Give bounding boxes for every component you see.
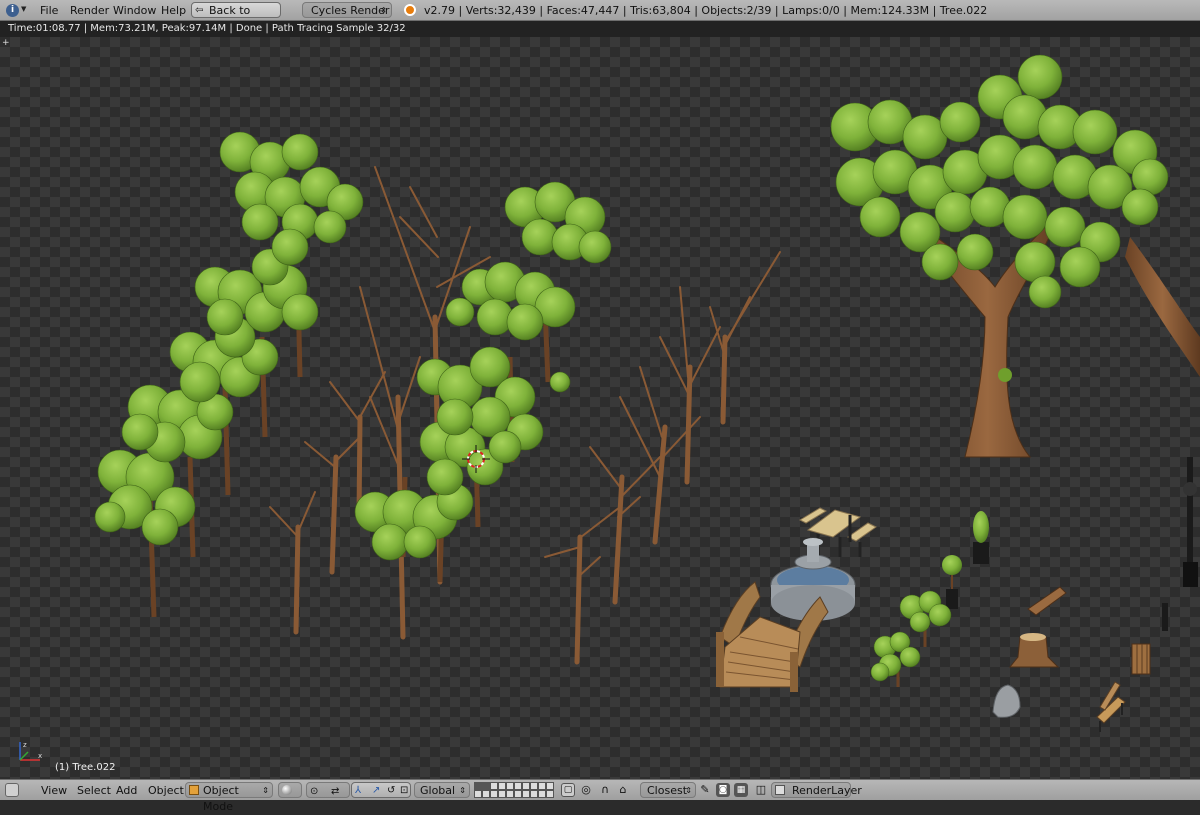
pivot-icon: ⊙ <box>310 786 319 797</box>
menu-add[interactable]: Add <box>116 780 137 801</box>
orientation-value: Global <box>420 784 456 797</box>
3d-view-editor-icon[interactable] <box>5 783 19 797</box>
menu-select[interactable]: Select <box>77 780 111 801</box>
tree-stump <box>1008 586 1067 668</box>
render-layer-select[interactable]: RenderLayer <box>771 782 862 798</box>
orientation-select[interactable]: Global ⇕ <box>414 782 470 798</box>
render-engine-select[interactable]: Cycles Render ⇕ <box>302 2 392 18</box>
select-arrows-icon: ⇕ <box>685 786 692 795</box>
opengl-toggle-icon[interactable]: ◫ <box>754 783 768 797</box>
back-to-previous-button[interactable]: ⇦ Back to Previous <box>191 2 281 33</box>
scene-stats: v2.79 | Verts:32,439 | Faces:47,447 | Tr… <box>424 4 988 17</box>
region-toggle-icon[interactable]: + <box>2 38 10 48</box>
menu-render[interactable]: Render <box>70 0 109 21</box>
scale-icon: ⊡ <box>400 785 409 796</box>
move-arrow-icon: ↗ <box>372 785 381 796</box>
proportional-edit-icon[interactable]: ◎ <box>579 783 593 797</box>
render-layer-icon <box>775 785 785 795</box>
snap-toggle-icon[interactable]: ∩ <box>598 783 612 797</box>
select-arrows-icon: ⇕ <box>262 786 269 795</box>
axis-gizmo-icon: x z <box>19 741 42 761</box>
tree-foliage-middle <box>354 181 612 561</box>
menu-window[interactable]: Window <box>113 0 156 21</box>
rendered-scene <box>94 54 1200 732</box>
render-animation-icon[interactable]: ▦ <box>734 783 748 797</box>
layer-buttons[interactable] <box>474 782 554 798</box>
info-header: i ▼ File Render Window Help ⇦ Back to Pr… <box>0 0 1200 33</box>
render-status-text: Time:01:08.77 | Mem:73.21M, Peak:97.14M … <box>0 21 1200 37</box>
info-editor-icon[interactable]: i <box>6 4 19 17</box>
back-icon: ⇦ <box>195 5 204 16</box>
render-image-icon[interactable]: ◙ <box>716 783 730 797</box>
menu-file[interactable]: File <box>40 0 58 21</box>
snap-align-icon[interactable]: ✎ <box>698 783 712 797</box>
svg-text:z: z <box>23 741 27 749</box>
shading-sphere-icon <box>282 785 292 795</box>
pivot-select[interactable]: ⊙ ⇄ <box>306 782 350 798</box>
snap-element-icon[interactable]: ⌂ <box>616 783 630 797</box>
small-trees <box>870 590 952 687</box>
transform-manipulators[interactable]: ⅄ ↗ ↺ ⊡ <box>351 782 411 798</box>
potted-plants <box>942 511 989 609</box>
object-mode-icon <box>189 785 199 795</box>
big-tree <box>830 54 1200 458</box>
blender-logo-icon <box>404 4 416 16</box>
lock-layers-icon[interactable]: ▢ <box>561 783 575 797</box>
svg-text:x: x <box>38 752 42 760</box>
selected-object-label: (1) Tree.022 <box>55 762 116 773</box>
snap-target-select[interactable]: Closest ⇕ <box>640 782 696 798</box>
manipulator-toggle-icon: ⇄ <box>331 786 340 797</box>
rotate-icon: ↺ <box>387 785 396 796</box>
menu-view[interactable]: View <box>41 780 67 801</box>
select-arrows-icon: ⇕ <box>380 6 387 15</box>
menu-help[interactable]: Help <box>161 0 186 21</box>
snap-target-value: Closest <box>647 784 688 797</box>
render-layer-value: RenderLayer <box>792 784 862 797</box>
3d-viewport[interactable]: x z (1) Tree.022 <box>0 37 1200 779</box>
render-engine-value: Cycles Render <box>311 4 390 17</box>
lamp-post <box>1183 457 1198 587</box>
editor-type-chevron-icon[interactable]: ▼ <box>21 5 26 13</box>
translate-icon: ⅄ <box>355 785 362 796</box>
viewport-header: View Select Add Object Object Mode ⇕ ⊙ ⇄… <box>0 779 1200 813</box>
select-arrows-icon: ⇕ <box>459 786 466 795</box>
mode-select[interactable]: Object Mode ⇕ <box>185 782 273 813</box>
viewport-shading-select[interactable] <box>278 782 302 798</box>
menu-object[interactable]: Object <box>148 780 184 801</box>
